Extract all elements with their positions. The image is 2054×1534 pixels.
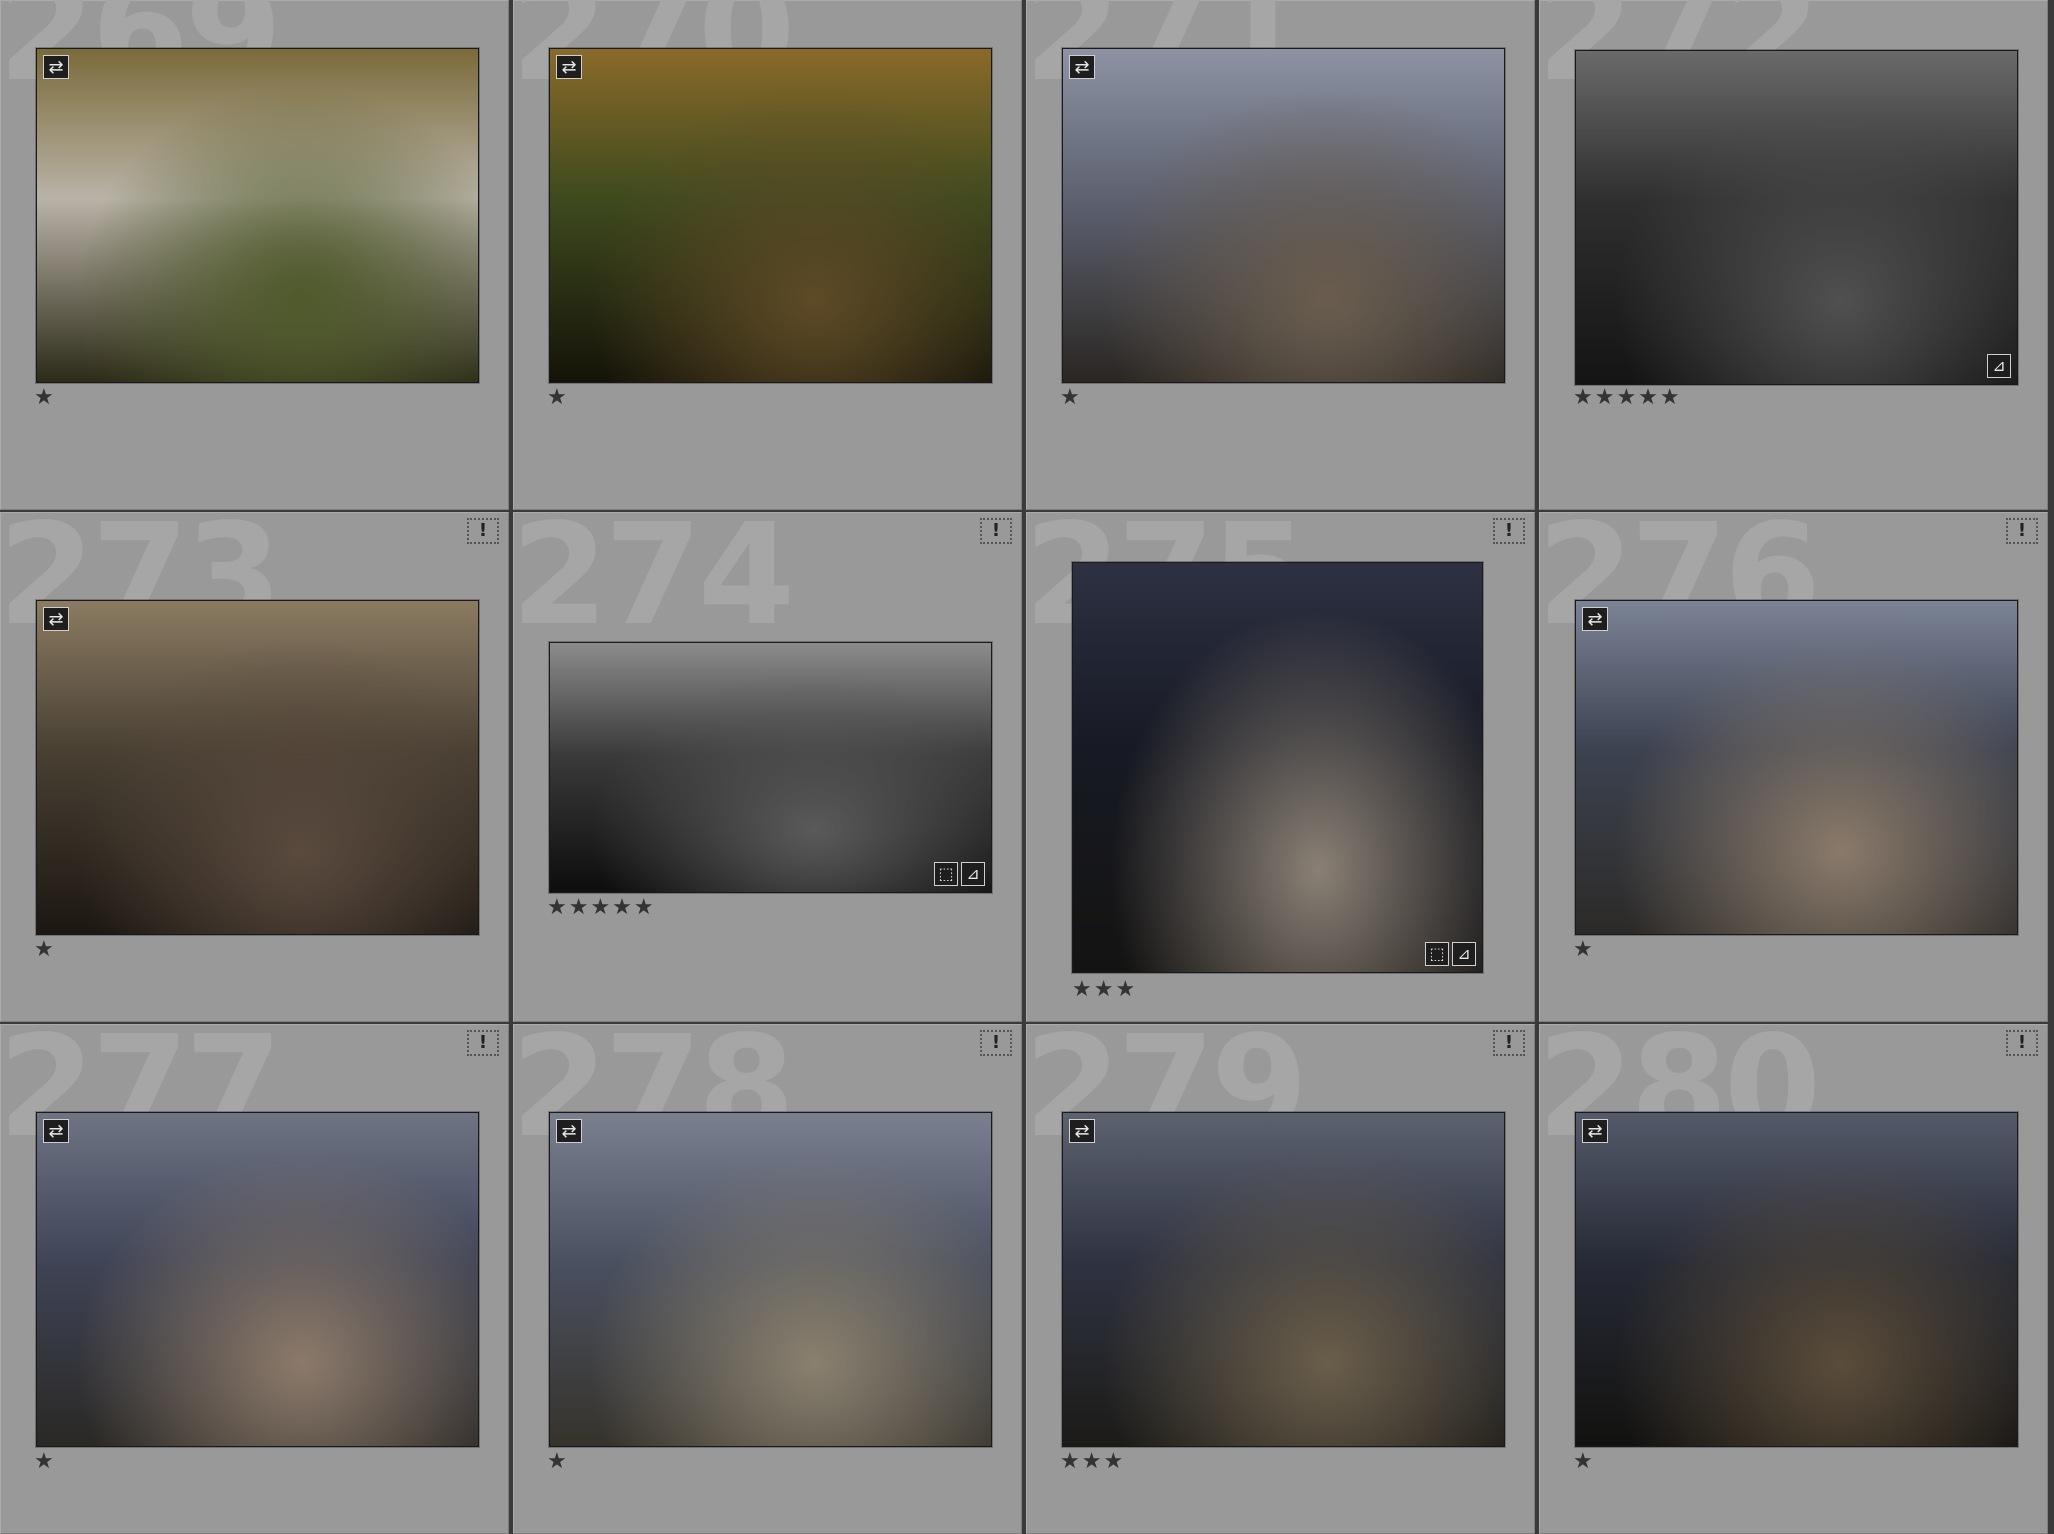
thumbnail-badges: ⊿	[1987, 354, 2011, 378]
grid-cell-277[interactable]: 277 ! ⇄ ★	[0, 1024, 509, 1534]
crop-icon[interactable]: ⬚	[934, 862, 958, 886]
star-rating[interactable]: ★	[547, 387, 569, 409]
sync-settings-icon[interactable]: ⇄	[1582, 1119, 1608, 1143]
grid-cell-278[interactable]: 278 ! ⇄ ★	[513, 1024, 1022, 1534]
star-rating[interactable]: ★★★★★	[1573, 387, 1682, 409]
photo-thumbnail[interactable]: ⇄	[1062, 1112, 1505, 1447]
grid-cell-270[interactable]: 270 ⇄ ★	[513, 0, 1022, 510]
star-rating[interactable]: ★	[34, 939, 56, 961]
photo-thumbnail[interactable]: ⇄	[549, 1112, 992, 1447]
develop-adjustments-icon[interactable]: ⊿	[1987, 354, 2011, 378]
missing-file-warning-icon[interactable]: !	[1493, 1030, 1525, 1056]
thumbnail-badges: ⬚ ⊿	[1425, 942, 1476, 966]
sync-settings-icon[interactable]: ⇄	[1582, 607, 1608, 631]
grid-cell-271[interactable]: 271 ⇄ ★	[1026, 0, 1535, 510]
star-rating[interactable]: ★	[1573, 939, 1595, 961]
missing-file-warning-icon[interactable]: !	[2006, 1030, 2038, 1056]
missing-file-warning-icon[interactable]: !	[980, 518, 1012, 544]
missing-file-warning-icon[interactable]: !	[467, 1030, 499, 1056]
star-rating[interactable]: ★★★★★	[547, 897, 656, 919]
star-rating[interactable]: ★★★	[1060, 1451, 1125, 1473]
star-rating[interactable]: ★	[1573, 1451, 1595, 1473]
develop-adjustments-icon[interactable]: ⊿	[1452, 942, 1476, 966]
photo-thumbnail[interactable]: ⬚ ⊿	[549, 642, 992, 893]
grid-cell-276[interactable]: 276 ! ⇄ ★	[1539, 512, 2048, 1022]
grid-cell-279[interactable]: 279 ! ⇄ ★★★	[1026, 1024, 1535, 1534]
grid-cell-269[interactable]: 269 ⇄ ★	[0, 0, 509, 510]
photo-thumbnail[interactable]: ⇄	[36, 1112, 479, 1447]
sync-settings-icon[interactable]: ⇄	[1069, 55, 1095, 79]
photo-thumbnail[interactable]: ⇄	[36, 48, 479, 383]
photo-thumbnail[interactable]: ⬚ ⊿	[1072, 562, 1483, 973]
photo-thumbnail[interactable]: ⇄	[549, 48, 992, 383]
sync-settings-icon[interactable]: ⇄	[43, 55, 69, 79]
sync-settings-icon[interactable]: ⇄	[43, 607, 69, 631]
photo-thumbnail[interactable]: ⊿	[1575, 50, 2018, 385]
sync-settings-icon[interactable]: ⇄	[556, 1119, 582, 1143]
photo-thumbnail[interactable]: ⇄	[1575, 1112, 2018, 1447]
star-rating[interactable]: ★	[34, 1451, 56, 1473]
photo-thumbnail[interactable]: ⇄	[36, 600, 479, 935]
library-grid: 269 ⇄ ★ 270 ⇄ ★ 271 ⇄ ★ 272 ⊿ ★★★★★ 273 …	[0, 0, 2048, 1534]
star-rating[interactable]: ★	[547, 1451, 569, 1473]
grid-cell-280[interactable]: 280 ! ⇄ ★	[1539, 1024, 2048, 1534]
sync-settings-icon[interactable]: ⇄	[43, 1119, 69, 1143]
develop-adjustments-icon[interactable]: ⊿	[961, 862, 985, 886]
missing-file-warning-icon[interactable]: !	[2006, 518, 2038, 544]
grid-cell-272[interactable]: 272 ⊿ ★★★★★	[1539, 0, 2048, 510]
star-rating[interactable]: ★	[1060, 387, 1082, 409]
sync-settings-icon[interactable]: ⇄	[556, 55, 582, 79]
missing-file-warning-icon[interactable]: !	[980, 1030, 1012, 1056]
star-rating[interactable]: ★	[34, 387, 56, 409]
missing-file-warning-icon[interactable]: !	[1493, 518, 1525, 544]
grid-cell-273[interactable]: 273 ! ⇄ ★	[0, 512, 509, 1022]
sync-settings-icon[interactable]: ⇄	[1069, 1119, 1095, 1143]
crop-icon[interactable]: ⬚	[1425, 942, 1449, 966]
photo-thumbnail[interactable]: ⇄	[1575, 600, 2018, 935]
thumbnail-badges: ⬚ ⊿	[934, 862, 985, 886]
frame-number: 274	[513, 512, 795, 657]
missing-file-warning-icon[interactable]: !	[467, 518, 499, 544]
star-rating[interactable]: ★★★	[1072, 979, 1137, 1001]
grid-cell-274[interactable]: 274 ! ⬚ ⊿ ★★★★★	[513, 512, 1022, 1022]
photo-thumbnail[interactable]: ⇄	[1062, 48, 1505, 383]
grid-cell-275[interactable]: 275 ! ⬚ ⊿ ★★★	[1026, 512, 1535, 1022]
